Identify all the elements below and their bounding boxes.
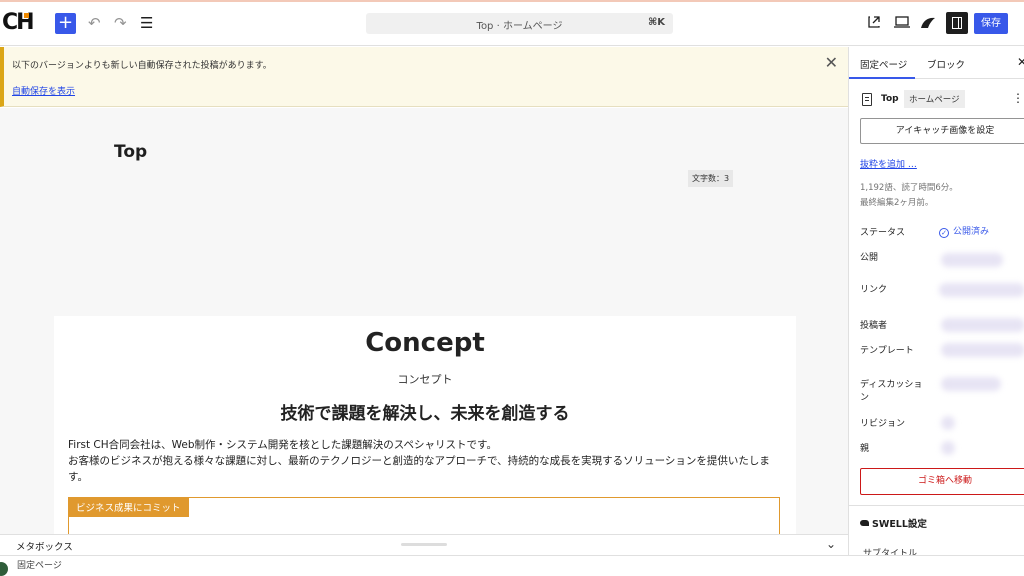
chevron-down-icon[interactable]: ⌄ xyxy=(826,537,836,551)
check-circle-icon: ✓ xyxy=(939,228,949,238)
tab-page[interactable]: 固定ページ xyxy=(860,57,907,71)
paragraph-line: First CH合同会社は、Web制作・システム開発を核とした課題解決のスペシャ… xyxy=(68,439,497,451)
save-button[interactable]: 保存 xyxy=(974,13,1008,34)
cap-box[interactable]: ビジネス成果にコミット xyxy=(68,497,780,534)
homepage-badge: ホームページ xyxy=(904,90,965,108)
active-tab-indicator xyxy=(849,77,915,79)
view-autosave-link[interactable]: 自動保存を表示 xyxy=(12,84,75,97)
intro-paragraph[interactable]: First CH合同会社は、Web制作・システム開発を核とした課題解決のスペシャ… xyxy=(68,437,778,485)
editor-top-bar: CH + ↶ ↷ ☰ Top · ホームページ ⌘K 保存 xyxy=(0,0,1024,46)
link-label: リンク xyxy=(860,285,888,295)
content-block[interactable]: Concept コンセプト 技術で課題を解決し、未来を創造する First CH… xyxy=(54,316,796,534)
undo-icon[interactable]: ↶ xyxy=(88,14,101,32)
status-value[interactable]: ✓ 公開済み xyxy=(939,224,989,238)
logo-dot xyxy=(24,13,29,18)
revisions-label: リビジョン xyxy=(860,419,906,429)
sidebar-divider xyxy=(849,505,1024,506)
paragraph-line: お客様のビジネスが抱える様々な課題に対し、最新のテクノロジーと創造的なアプローチ… xyxy=(68,455,770,483)
document-overview-icon[interactable]: ☰ xyxy=(140,14,153,32)
mission-heading[interactable]: 技術で課題を解決し、未来を創造する xyxy=(54,399,796,424)
parent-value-blurred[interactable] xyxy=(941,441,955,455)
add-excerpt-link[interactable]: 抜粋を追加 … xyxy=(860,157,917,170)
word-count-badge: 文字数：3 xyxy=(688,170,734,187)
close-sidebar-icon[interactable]: ✕ xyxy=(1017,55,1024,69)
subtitle-field-label: サブタイトル xyxy=(863,549,918,555)
author-value-blurred[interactable] xyxy=(941,318,1024,332)
add-block-button[interactable]: + xyxy=(55,13,76,34)
sidebar-tabs: 固定ページ ブロック ✕ xyxy=(849,47,1024,79)
link-value-blurred[interactable] xyxy=(939,283,1024,297)
resize-handle[interactable] xyxy=(401,543,447,546)
corner-decoration xyxy=(0,562,8,576)
template-label: テンプレート xyxy=(860,346,914,356)
publish-label: 公開 xyxy=(860,253,879,263)
settings-sidebar: 固定ページ ブロック ✕ Top ホームページ ⋮ アイキャッチ画像を設定 抜粋… xyxy=(848,47,1024,555)
move-to-trash-button[interactable]: ゴミ箱へ移動 xyxy=(860,468,1024,495)
concept-subtitle[interactable]: コンセプト xyxy=(54,371,796,387)
page-title[interactable]: Top xyxy=(114,142,147,162)
set-featured-image-button[interactable]: アイキャッチ画像を設定 xyxy=(860,118,1024,144)
parent-label: 親 xyxy=(860,444,870,454)
command-palette-button[interactable]: Top · ホームページ ⌘K xyxy=(366,13,673,34)
notice-message: 以下のバージョンよりも新しい自動保存された投稿があります。 xyxy=(12,61,272,71)
status-label: ステータス xyxy=(860,228,906,238)
metabox-label: メタボックス xyxy=(16,542,73,553)
discussion-value-blurred[interactable] xyxy=(941,377,1001,391)
breadcrumb[interactable]: 固定ページ xyxy=(17,558,62,571)
doc-title: Top xyxy=(881,94,899,104)
last-edited: 最終編集2ヶ月前。 xyxy=(860,198,934,208)
cap-box-label: ビジネス成果にコミット xyxy=(68,497,189,517)
preview-device-icon[interactable] xyxy=(894,16,910,28)
top-accent-line xyxy=(0,0,1024,2)
template-value-blurred[interactable] xyxy=(941,343,1024,357)
page-icon xyxy=(862,93,872,106)
view-page-icon[interactable] xyxy=(867,15,881,29)
swell-icon[interactable] xyxy=(920,16,936,29)
word-stats: 1,192語、読了時間6分。 xyxy=(860,183,958,193)
autosave-notice: 以下のバージョンよりも新しい自動保存された投稿があります。 自動保存を表示 ✕ xyxy=(0,47,848,107)
discussion-label: ディスカッション xyxy=(860,380,923,403)
editor-canvas: Top 文字数：3 Concept コンセプト 技術で課題を解決し、未来を創造す… xyxy=(0,108,848,534)
command-shortcut: ⌘K xyxy=(647,17,665,28)
concept-heading[interactable]: Concept xyxy=(54,328,796,358)
more-options-icon[interactable]: ⋮ xyxy=(1012,91,1024,105)
swell-logo-icon xyxy=(860,520,869,526)
redo-icon[interactable]: ↷ xyxy=(114,14,127,32)
close-icon[interactable]: ✕ xyxy=(825,53,838,72)
footer-breadcrumb-bar: 固定ページ xyxy=(0,555,1024,576)
tab-block[interactable]: ブロック xyxy=(927,57,965,71)
settings-panel-toggle[interactable] xyxy=(946,12,968,34)
command-palette-label: Top · ホームページ xyxy=(476,21,563,32)
swell-settings-heading[interactable]: SWELL設定 xyxy=(860,516,927,530)
site-logo[interactable]: CH xyxy=(2,10,35,35)
revisions-value-blurred[interactable] xyxy=(941,416,955,430)
author-label: 投稿者 xyxy=(860,321,888,331)
publish-value-blurred[interactable] xyxy=(941,253,1003,267)
metabox-bar[interactable]: メタボックス ⌄ xyxy=(0,534,848,555)
